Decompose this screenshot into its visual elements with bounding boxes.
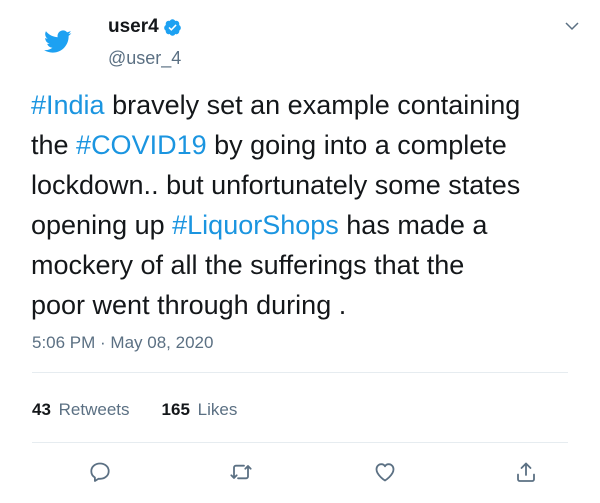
retweet-icon[interactable] <box>224 455 258 489</box>
tweet-text-segment: lockdown.. but unfortunately some states <box>31 170 521 200</box>
twitter-bird-icon[interactable] <box>44 30 72 54</box>
tweet-line: mockery of all the sufferings that the <box>31 245 591 285</box>
tweet-line: the #COVID19 by going into a complete <box>31 125 591 165</box>
tweet-text-segment: poor went through during . <box>31 290 347 320</box>
heart-icon[interactable] <box>368 455 402 489</box>
likes-count: 165 <box>161 400 190 419</box>
retweets-stat[interactable]: 43 Retweets <box>32 400 130 420</box>
action-bar <box>0 455 600 489</box>
tweet-line: #India bravely set an example containing <box>31 85 591 125</box>
tweet-text-segment: bravely set an example containing <box>104 90 521 120</box>
share-icon[interactable] <box>509 455 543 489</box>
tweet-card: user4 @user_4 #India bravely set an exam… <box>0 0 600 503</box>
hashtag-link[interactable]: #COVID19 <box>76 130 207 160</box>
tweet-text-segment: opening up <box>31 210 173 240</box>
likes-label: Likes <box>197 400 238 419</box>
author-row: user4 <box>108 16 182 38</box>
tweet-timestamp[interactable]: 5:06 PM · May 08, 2020 <box>32 333 213 353</box>
tweet-text-segment: by going into a complete <box>206 130 507 160</box>
chevron-down-icon[interactable] <box>563 17 581 35</box>
retweets-label: Retweets <box>58 400 130 419</box>
engagement-stats: 43 Retweets 165 Likes <box>32 400 269 420</box>
tweet-line: opening up #LiquorShops has made a <box>31 205 591 245</box>
likes-stat[interactable]: 165 Likes <box>162 400 238 420</box>
hashtag-link[interactable]: #India <box>31 90 105 120</box>
author-name[interactable]: user4 <box>108 16 159 38</box>
divider <box>32 442 568 443</box>
divider <box>32 372 568 373</box>
tweet-line: lockdown.. but unfortunately some states <box>31 165 591 205</box>
tweet-text-segment: has made a <box>338 210 488 240</box>
tweet-text: #India bravely set an example containing… <box>31 85 591 325</box>
reply-icon[interactable] <box>83 455 117 489</box>
tweet-text-segment: mockery of all the sufferings that the <box>31 250 465 280</box>
retweets-count: 43 <box>32 400 51 419</box>
verified-badge-icon <box>163 18 182 37</box>
hashtag-link[interactable]: #LiquorShops <box>172 210 339 240</box>
tweet-line: poor went through during . <box>31 285 591 325</box>
tweet-text-segment: the <box>31 130 77 160</box>
author-handle[interactable]: @user_4 <box>108 48 181 69</box>
